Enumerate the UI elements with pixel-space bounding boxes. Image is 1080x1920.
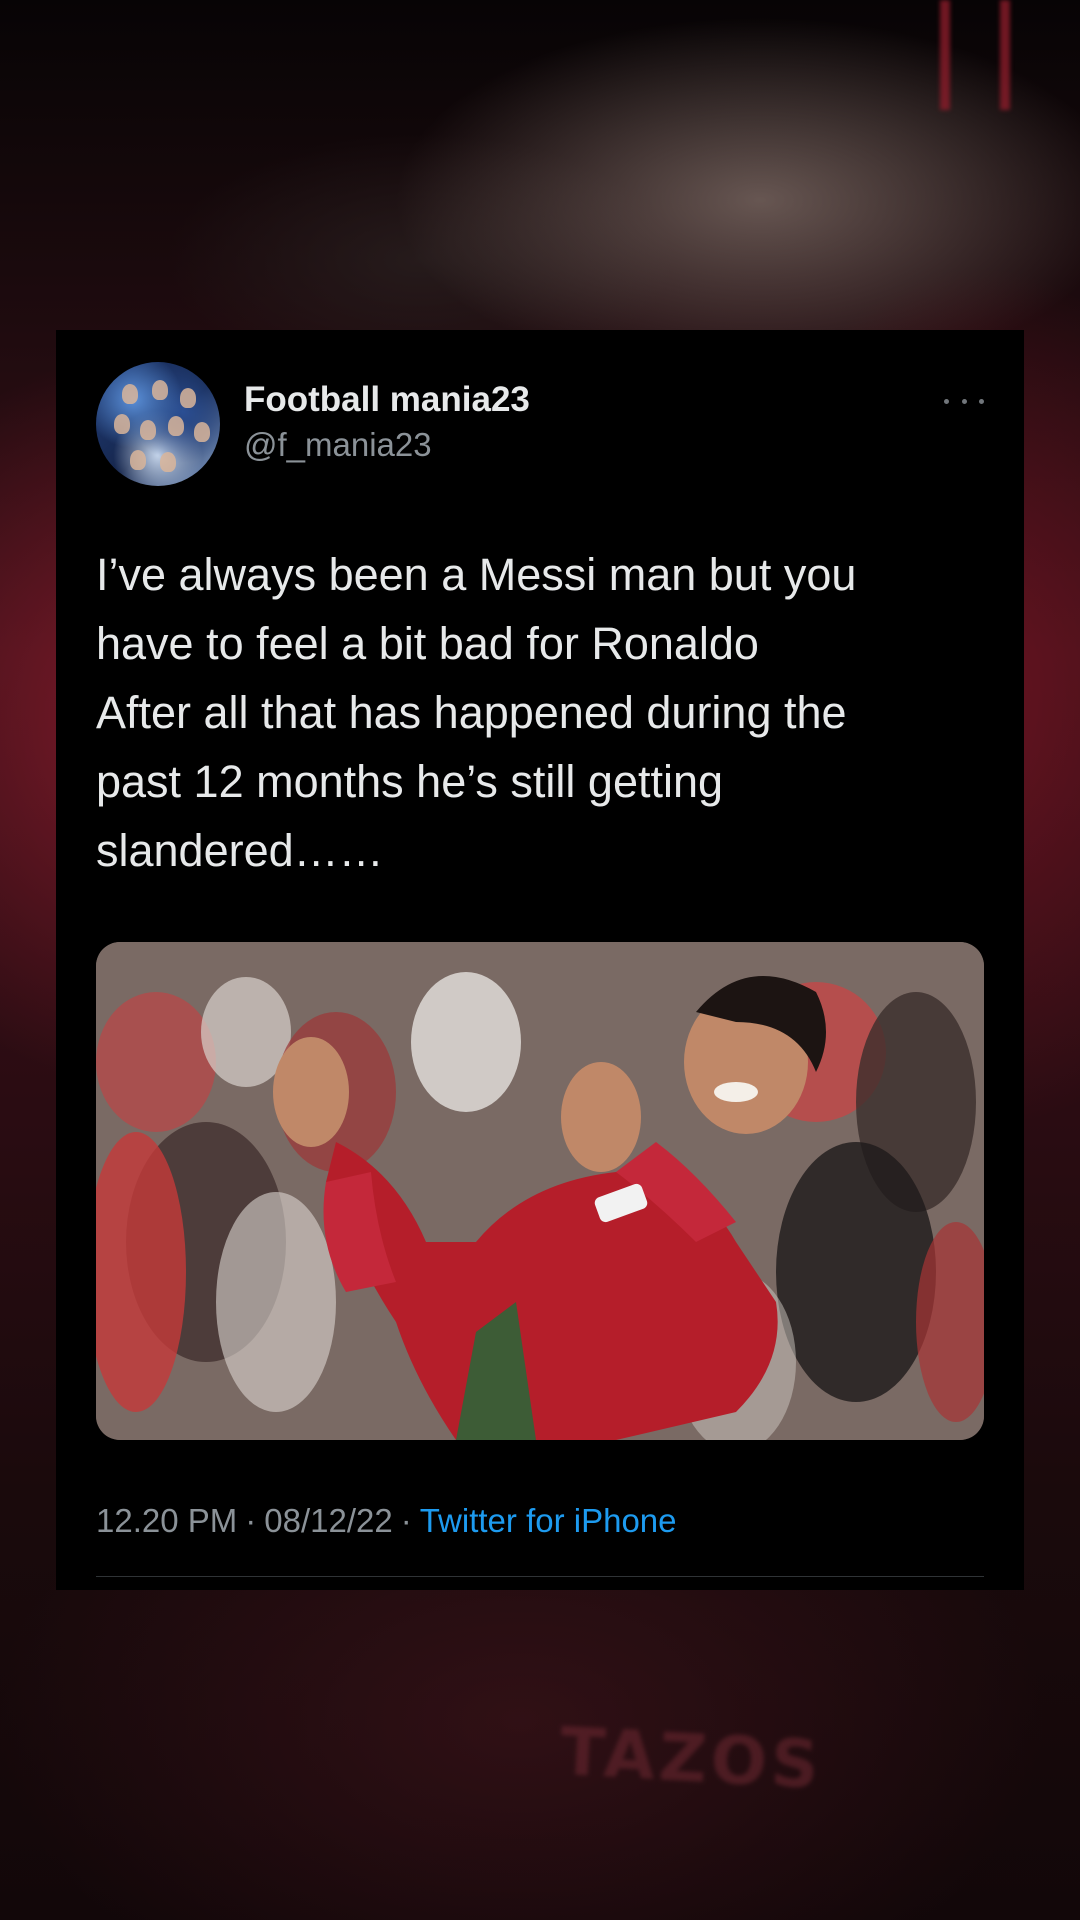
tweet-photo[interactable]	[96, 942, 984, 1440]
avatar[interactable]	[96, 362, 220, 486]
photo-illustration	[96, 942, 984, 1440]
divider	[96, 1576, 984, 1577]
display-name[interactable]: Football mania23	[244, 380, 530, 420]
tweet-card: Football mania23 @f_mania23 I’ve always …	[56, 330, 1024, 1590]
separator: ·	[245, 1502, 257, 1539]
user-handle[interactable]: @f_mania23	[244, 426, 432, 464]
background-stripe	[1000, 0, 1010, 110]
tweet-timestamp: 12.20 PM · 08/12/22 · Twitter for iPhone	[96, 1502, 677, 1540]
tweet-source-link[interactable]: Twitter for iPhone	[420, 1502, 677, 1539]
background-jersey-text: TAZOS	[558, 1713, 825, 1804]
separator: ·	[400, 1502, 412, 1539]
background-stripe	[940, 0, 950, 110]
tweet-date: 08/12/22	[264, 1502, 393, 1539]
ellipsis-icon[interactable]	[944, 394, 984, 408]
tweet-time: 12.20 PM	[96, 1502, 238, 1539]
tweet-text: I’ve always been a Messi man but you hav…	[96, 549, 857, 876]
